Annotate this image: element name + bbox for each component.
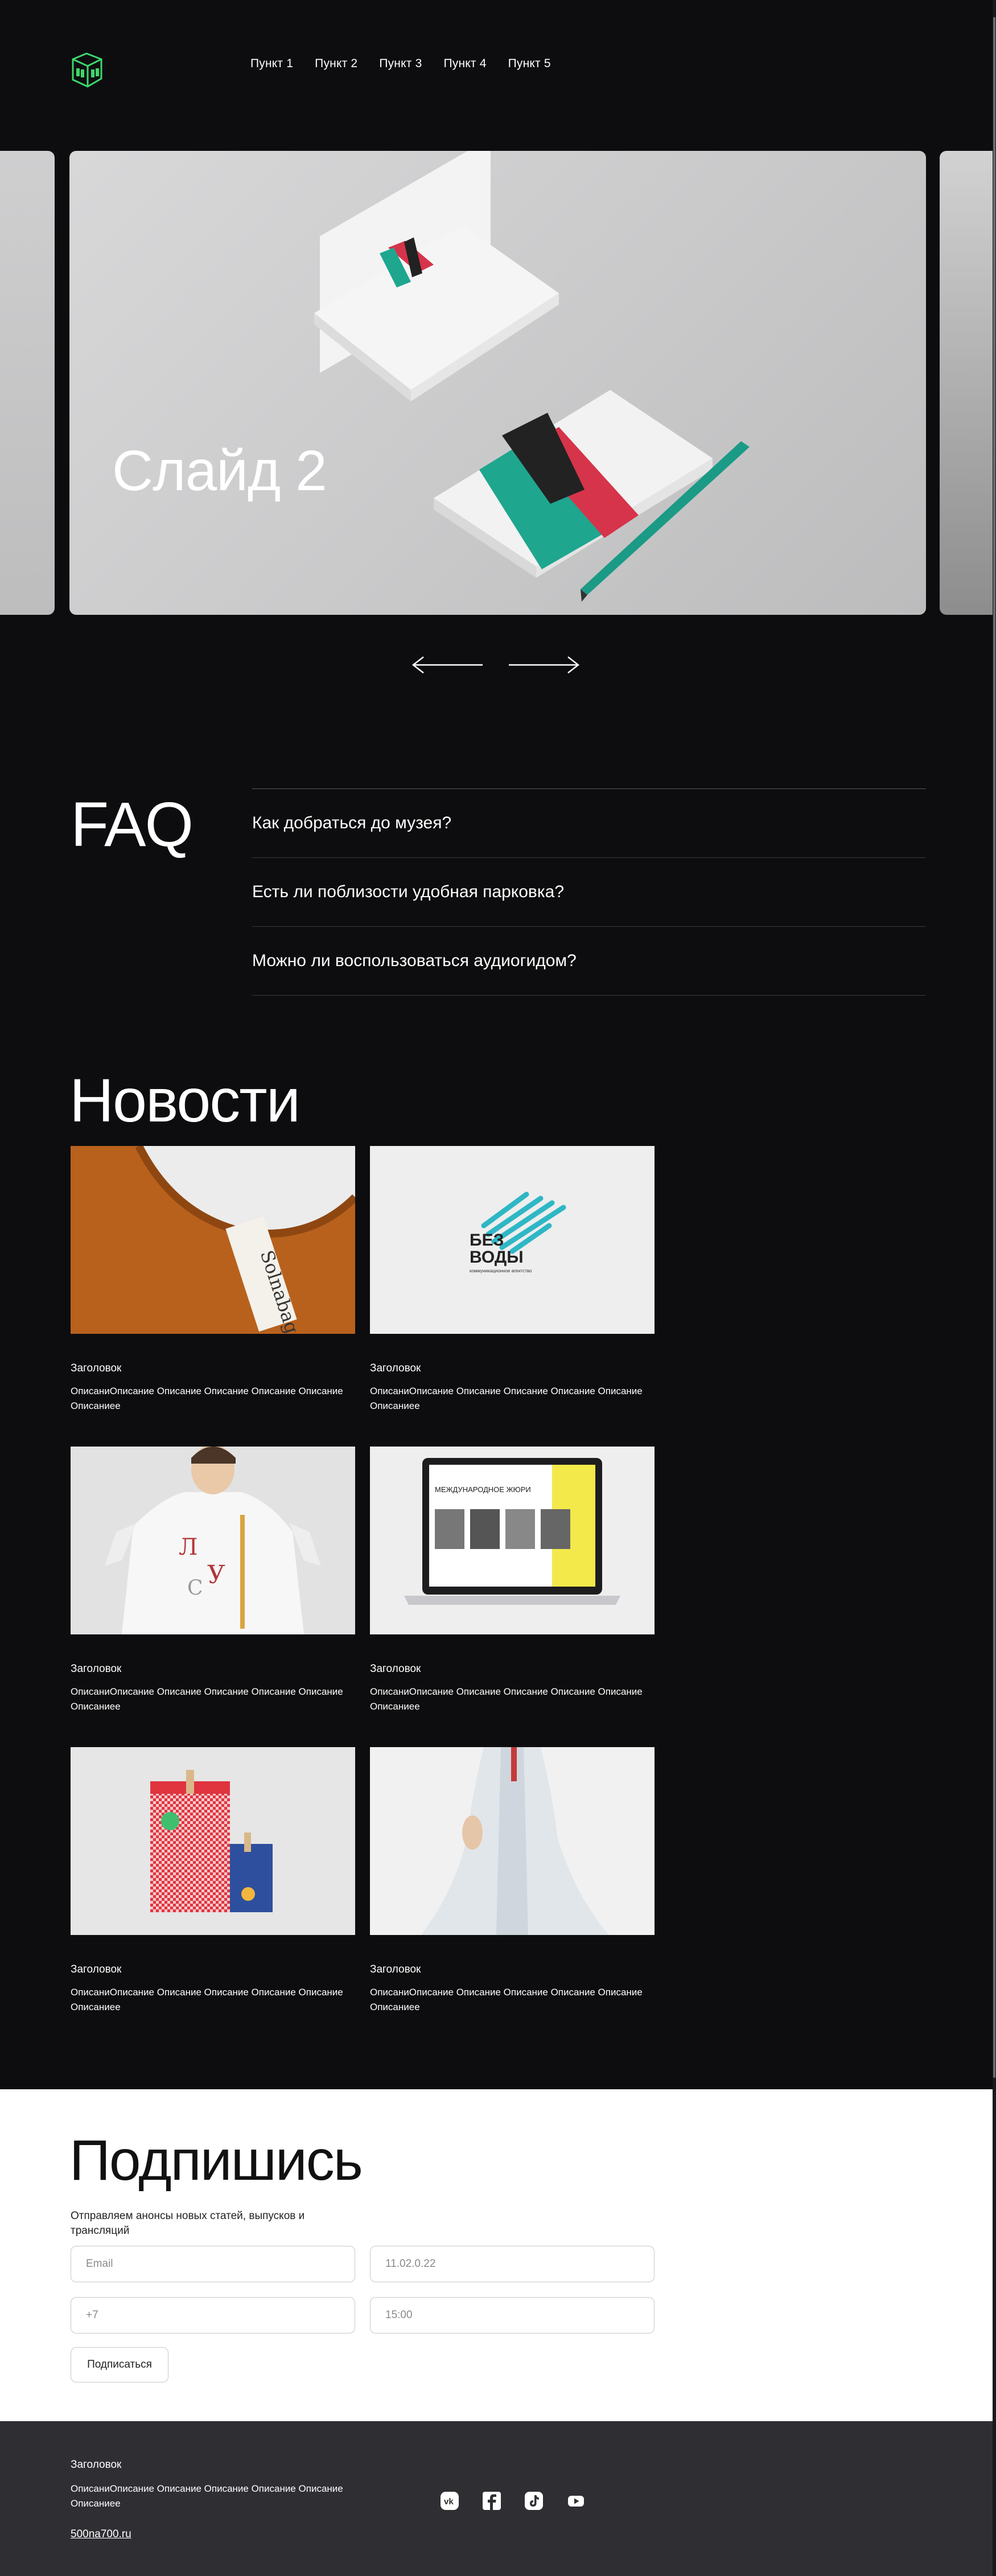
slide-next[interactable]: [940, 151, 996, 615]
faq-item[interactable]: Как добраться до музея?: [252, 789, 926, 858]
tiktok-icon[interactable]: [522, 2489, 545, 2512]
nav-item-4[interactable]: Пункт 4: [443, 57, 486, 71]
news-image: [370, 1747, 655, 1935]
news-heading: Заголовок: [370, 1663, 421, 1675]
news-image: [71, 1747, 355, 1935]
faq-item[interactable]: Можно ли воспользоваться аудиогидом?: [252, 927, 926, 996]
arrow-right-icon[interactable]: [507, 654, 581, 676]
news-description: ОписаниОписание Описание Описание Описан…: [71, 1386, 343, 1411]
phone-field[interactable]: [71, 2297, 355, 2333]
facebook-icon[interactable]: [480, 2489, 503, 2512]
date-field[interactable]: [370, 2246, 655, 2282]
news-card[interactable]: Заголовок ОписаниОписание Описание Описа…: [71, 1747, 355, 2048]
hero-slider: Слайд 2: [0, 151, 996, 615]
svg-text:коммуникационное агентство: коммуникационное агентство: [470, 1268, 532, 1273]
slide-prev[interactable]: [0, 151, 55, 615]
svg-text:Л: Л: [179, 1534, 197, 1560]
vk-icon[interactable]: vk: [438, 2489, 461, 2512]
news-image: БЕЗ ВОДЫ коммуникационное агентство: [370, 1146, 655, 1334]
svg-text:МЕЖДУНАРОДНОЕ ЖЮРИ: МЕЖДУНАРОДНОЕ ЖЮРИ: [435, 1485, 531, 1494]
svg-text:ВОДЫ: ВОДЫ: [470, 1248, 524, 1267]
svg-text:БЕЗ: БЕЗ: [470, 1231, 504, 1250]
news-image: Ѕolnabag: [71, 1146, 355, 1334]
news-card[interactable]: БЕЗ ВОДЫ коммуникационное агентство Заго…: [370, 1146, 655, 1447]
news-card[interactable]: Ѕolnabag Заголовок ОписаниОписание Описа…: [71, 1146, 355, 1447]
svg-text:vk: vk: [444, 2497, 454, 2507]
news-description: ОписаниОписание Описание Описание Описан…: [71, 1686, 343, 1712]
slide-image: [314, 151, 750, 602]
nav-item-1[interactable]: Пункт 1: [250, 57, 293, 71]
news-heading: Заголовок: [71, 1663, 122, 1675]
social-links: vk: [438, 2489, 587, 2512]
faq-item[interactable]: Есть ли поблизости удобная парковка?: [252, 858, 926, 927]
news-card[interactable]: МЕЖДУНАРОДНОЕ ЖЮРИ Заголовок ОписаниОпис…: [370, 1447, 655, 1747]
youtube-icon[interactable]: [565, 2489, 587, 2512]
nav-item-3[interactable]: Пункт 3: [379, 57, 422, 71]
news-heading: Заголовок: [71, 1362, 122, 1374]
slide-title: Слайд 2: [112, 439, 327, 503]
subscribe-text: Отправляем анонсы новых статей, выпусков…: [71, 2210, 305, 2237]
slider-controls: [411, 654, 581, 676]
news-heading: Заголовок: [370, 1963, 421, 1975]
nav-item-2[interactable]: Пункт 2: [315, 57, 357, 71]
site-header: Пункт 1 Пункт 2 Пункт 3 Пункт 4 Пункт 5: [0, 0, 996, 131]
news-description: ОписаниОписание Описание Описание Описан…: [71, 1987, 343, 2012]
slide-current[interactable]: Слайд 2: [69, 151, 926, 615]
news-heading: Заголовок: [370, 1362, 421, 1374]
email-field[interactable]: [71, 2246, 355, 2282]
faq-list: Как добраться до музея? Есть ли поблизос…: [252, 788, 926, 996]
subscribe-button[interactable]: Подписаться: [71, 2347, 168, 2382]
logo-icon[interactable]: [68, 51, 105, 89]
news-card[interactable]: Л У С Заголовок ОписаниОписание Описание…: [71, 1447, 355, 1747]
footer-description: ОписаниОписание Описание Описание Описан…: [71, 2483, 343, 2509]
main-nav: Пункт 1 Пункт 2 Пункт 3 Пункт 4 Пункт 5: [250, 57, 551, 71]
news-title: Новости: [69, 1066, 301, 1135]
footer-site-link[interactable]: 500na700.ru: [71, 2528, 131, 2541]
news-description: ОписаниОписание Описание Описание Описан…: [370, 1686, 643, 1712]
subscribe-section: Подпишись Отправляем анонсы новых статей…: [0, 2089, 996, 2421]
news-grid: Ѕolnabag Заголовок ОписаниОписание Описа…: [71, 1146, 656, 2048]
news-image: МЕЖДУНАРОДНОЕ ЖЮРИ: [370, 1447, 655, 1634]
arrow-left-icon[interactable]: [411, 654, 485, 676]
news-heading: Заголовок: [71, 1963, 122, 1975]
time-field[interactable]: [370, 2297, 655, 2333]
nav-item-5[interactable]: Пункт 5: [508, 57, 551, 71]
scrollbar-thumb[interactable]: [993, 17, 995, 2078]
site-footer: Заголовок ОписаниОписание Описание Описа…: [0, 2421, 996, 2576]
svg-text:У: У: [207, 1560, 225, 1589]
news-card[interactable]: Заголовок ОписаниОписание Описание Описа…: [370, 1747, 655, 2048]
svg-text:С: С: [187, 1576, 203, 1600]
footer-heading: Заголовок: [71, 2459, 122, 2471]
news-description: ОписаниОписание Описание Описание Описан…: [370, 1987, 643, 2012]
faq-title: FAQ: [71, 790, 194, 860]
news-description: ОписаниОписание Описание Описание Описан…: [370, 1386, 643, 1411]
subscribe-title: Подпишись: [69, 2129, 363, 2192]
news-image: Л У С: [71, 1447, 355, 1634]
